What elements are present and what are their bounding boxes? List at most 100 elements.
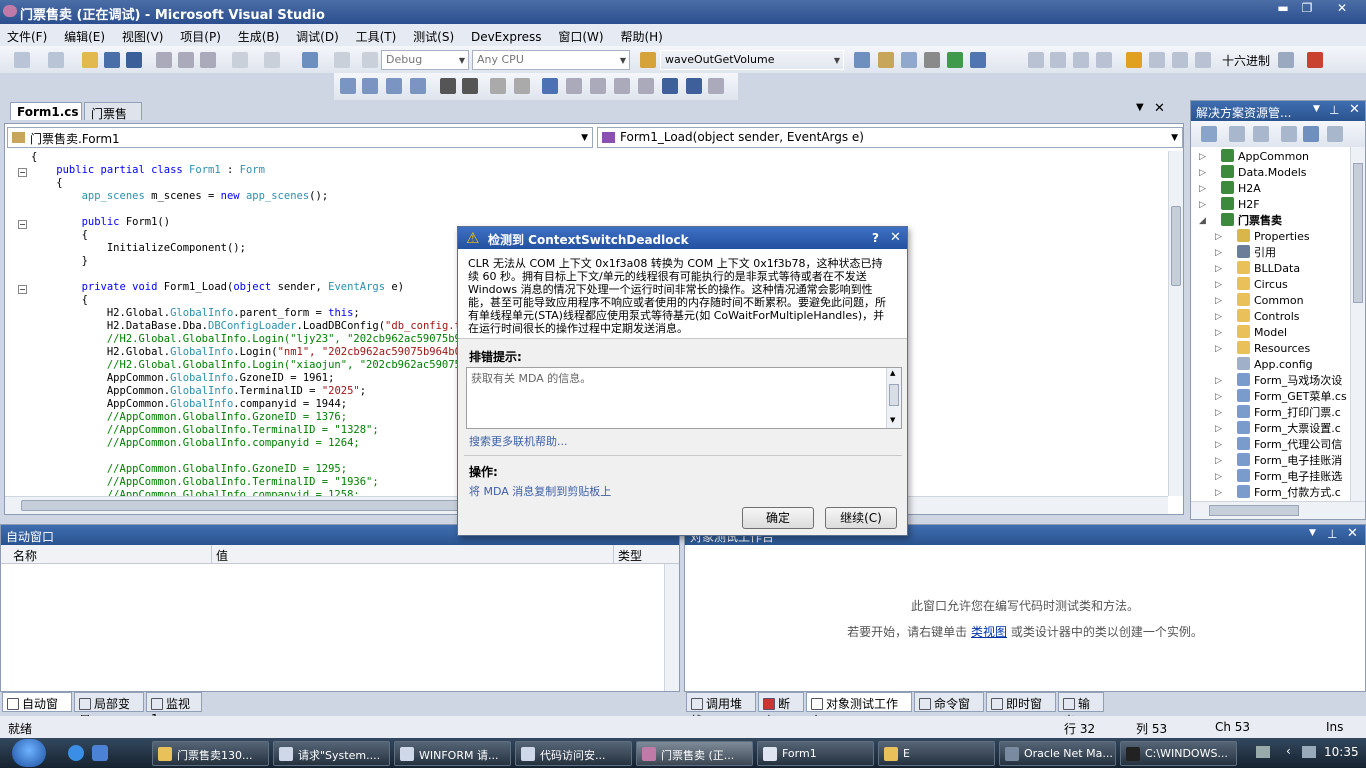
- code-line[interactable]: app_scenes m_scenes = new app_scenes();: [31, 190, 329, 203]
- menu-debug[interactable]: 调试(D): [289, 24, 345, 46]
- code-line[interactable]: {: [31, 151, 37, 164]
- tab-project-menpiao[interactable]: 门票售卖: [84, 102, 142, 138]
- show-hidden-icons-icon[interactable]: ‹: [1286, 744, 1291, 758]
- taskbar-button[interactable]: Oracle Net Ma...: [999, 741, 1116, 766]
- tab-autos[interactable]: 自动窗口: [2, 692, 72, 728]
- continue-button[interactable]: 继续(C): [825, 507, 897, 529]
- solution-tree-item[interactable]: Properties: [1237, 229, 1310, 245]
- scroll-thumb[interactable]: [1353, 163, 1363, 303]
- outdent-icon[interactable]: [440, 78, 456, 94]
- scroll-thumb[interactable]: [1209, 505, 1299, 516]
- code-line[interactable]: AppCommon.GlobalInfo.GzoneID = 1961;: [31, 372, 335, 385]
- solution-tree-item[interactable]: App.config: [1237, 357, 1313, 373]
- expand-arrow-icon[interactable]: ◢: [1199, 216, 1206, 226]
- breakpoints-icon[interactable]: [1278, 52, 1294, 68]
- solution-tree-item[interactable]: Form_GET菜单.cs: [1237, 389, 1347, 405]
- scroll-up-icon[interactable]: ▲: [890, 369, 895, 377]
- code-line[interactable]: //AppCommon.GlobalInfo.companyid = 1258;: [31, 489, 360, 496]
- class-navigation-combo[interactable]: 门票售卖.Form1 ▼: [7, 127, 593, 148]
- tab-watch-1[interactable]: 监视 1: [146, 692, 202, 726]
- clock[interactable]: 10:35: [1324, 745, 1359, 759]
- menu-file[interactable]: 文件(F): [0, 24, 53, 46]
- solution-tree-item[interactable]: Form_代理公司信: [1237, 437, 1342, 453]
- tab-form1-cs[interactable]: Form1.cs: [10, 102, 82, 120]
- panel-menu-icon[interactable]: ▼: [1309, 528, 1316, 538]
- step-into-icon[interactable]: [1149, 52, 1165, 68]
- close-dialog-icon[interactable]: ✕: [890, 230, 901, 245]
- indent-icon[interactable]: [462, 78, 478, 94]
- solution-tree-item[interactable]: 门票售卖: [1221, 213, 1282, 229]
- tab-command-window[interactable]: 命令窗口: [914, 692, 984, 728]
- taskbar-button[interactable]: C:\WINDOWS...: [1120, 741, 1237, 766]
- editor-vertical-scrollbar[interactable]: [1168, 151, 1183, 496]
- expand-arrow-icon[interactable]: ▷: [1199, 184, 1206, 194]
- align-center-icon[interactable]: [362, 78, 378, 94]
- network-icon[interactable]: [1302, 746, 1316, 758]
- close-button[interactable]: ✕: [1331, 1, 1353, 15]
- taskbar-button[interactable]: 代码访问安...: [515, 741, 632, 766]
- expand-arrow-icon[interactable]: ▷: [1215, 312, 1222, 322]
- bookmark-icon[interactable]: [542, 78, 558, 94]
- code-line[interactable]: AppCommon.GlobalInfo.companyid = 1944;: [31, 398, 347, 411]
- taskbar-button[interactable]: Form1: [757, 741, 874, 766]
- command-window-icon[interactable]: [970, 52, 986, 68]
- paste-icon[interactable]: [200, 52, 216, 68]
- keyboard-icon[interactable]: [1256, 746, 1270, 758]
- code-line[interactable]: //AppCommon.GlobalInfo.GzoneID = 1295;: [31, 463, 347, 476]
- solution-tree-item[interactable]: BLLData: [1237, 261, 1300, 277]
- menu-devexpress[interactable]: DevExpress: [464, 26, 548, 48]
- taskbar-button[interactable]: 请求"System....: [273, 741, 390, 766]
- menu-project[interactable]: 项目(P): [173, 24, 227, 46]
- find-combo[interactable]: waveOutGetVolume ▼: [660, 50, 844, 70]
- next-bookmark-doc-icon[interactable]: [686, 78, 702, 94]
- comment-icon[interactable]: [490, 78, 506, 94]
- show-next-statement-icon[interactable]: [1126, 52, 1142, 68]
- close-panel-icon[interactable]: ✕: [1347, 526, 1358, 541]
- expand-arrow-icon[interactable]: ▷: [1215, 280, 1222, 290]
- code-line[interactable]: InitializeComponent();: [31, 242, 246, 255]
- solution-explorer-icon[interactable]: [854, 52, 870, 68]
- solution-tree-item[interactable]: Form_打印门票.c: [1237, 405, 1341, 421]
- view-designer-icon[interactable]: [1303, 126, 1319, 142]
- solution-tree[interactable]: ▷ AppCommon ▷ Data.Models ▷ H2A ▷ H2F ◢ 门票售卖 ▷ Prop…: [1191, 147, 1349, 501]
- taskbar-button[interactable]: 门票售卖 (正...: [636, 741, 753, 766]
- align-left-icon[interactable]: [340, 78, 356, 94]
- start-debugging-icon[interactable]: [362, 52, 378, 68]
- menu-window[interactable]: 窗口(W): [551, 24, 609, 46]
- expand-arrow-icon[interactable]: ▷: [1199, 200, 1206, 210]
- expand-arrow-icon[interactable]: ▷: [1215, 232, 1222, 242]
- col-name[interactable]: 名称: [13, 547, 37, 564]
- panel-menu-icon[interactable]: ▼: [1313, 104, 1320, 114]
- expand-arrow-icon[interactable]: ▷: [1215, 376, 1222, 386]
- solution-tree-item[interactable]: Model: [1237, 325, 1287, 341]
- ok-button[interactable]: 确定: [742, 507, 814, 529]
- find-in-files-icon[interactable]: [640, 52, 656, 68]
- sol-properties-icon[interactable]: [1201, 126, 1217, 142]
- clear-bookmarks-icon[interactable]: [708, 78, 724, 94]
- expand-arrow-icon[interactable]: ▷: [1215, 456, 1222, 466]
- close-panel-icon[interactable]: ✕: [1349, 102, 1360, 117]
- next-bookmark-folder-icon[interactable]: [638, 78, 654, 94]
- solution-tree-item[interactable]: Common: [1237, 293, 1304, 309]
- stop-debugging-icon[interactable]: [1073, 52, 1089, 68]
- solution-tree-item[interactable]: 引用: [1237, 245, 1276, 261]
- tab-dropdown-icon[interactable]: ▼: [1136, 102, 1144, 113]
- open-file-icon[interactable]: [82, 52, 98, 68]
- col-value[interactable]: 值: [216, 547, 228, 564]
- tab-call-stack[interactable]: 调用堆栈: [686, 692, 756, 728]
- tab-locals[interactable]: 局部变量: [74, 692, 144, 728]
- copy-to-clipboard-link[interactable]: 将 MDA 消息复制到剪贴板上: [469, 483, 611, 499]
- solution-tree-item[interactable]: Form_马戏场次设: [1237, 373, 1342, 389]
- taskbar-button[interactable]: E: [878, 741, 995, 766]
- menu-view[interactable]: 视图(V): [115, 24, 170, 46]
- tips-item[interactable]: 获取有关 MDA 的信息。: [471, 370, 591, 386]
- tab-object-test-bench[interactable]: 对象测试工作台: [806, 692, 912, 728]
- code-line[interactable]: //AppCommon.GlobalInfo.TerminalID = "193…: [31, 476, 379, 489]
- solution-tree-item[interactable]: H2F: [1221, 197, 1260, 213]
- restart-icon[interactable]: [1096, 52, 1112, 68]
- code-line[interactable]: H2.DataBase.Dba.DBConfigLoader.LoadDBCon…: [31, 320, 493, 333]
- code-line[interactable]: {: [31, 229, 88, 242]
- navigate-backward-icon[interactable]: [302, 52, 318, 68]
- properties-window-icon[interactable]: [878, 52, 894, 68]
- step-out-icon[interactable]: [1195, 52, 1211, 68]
